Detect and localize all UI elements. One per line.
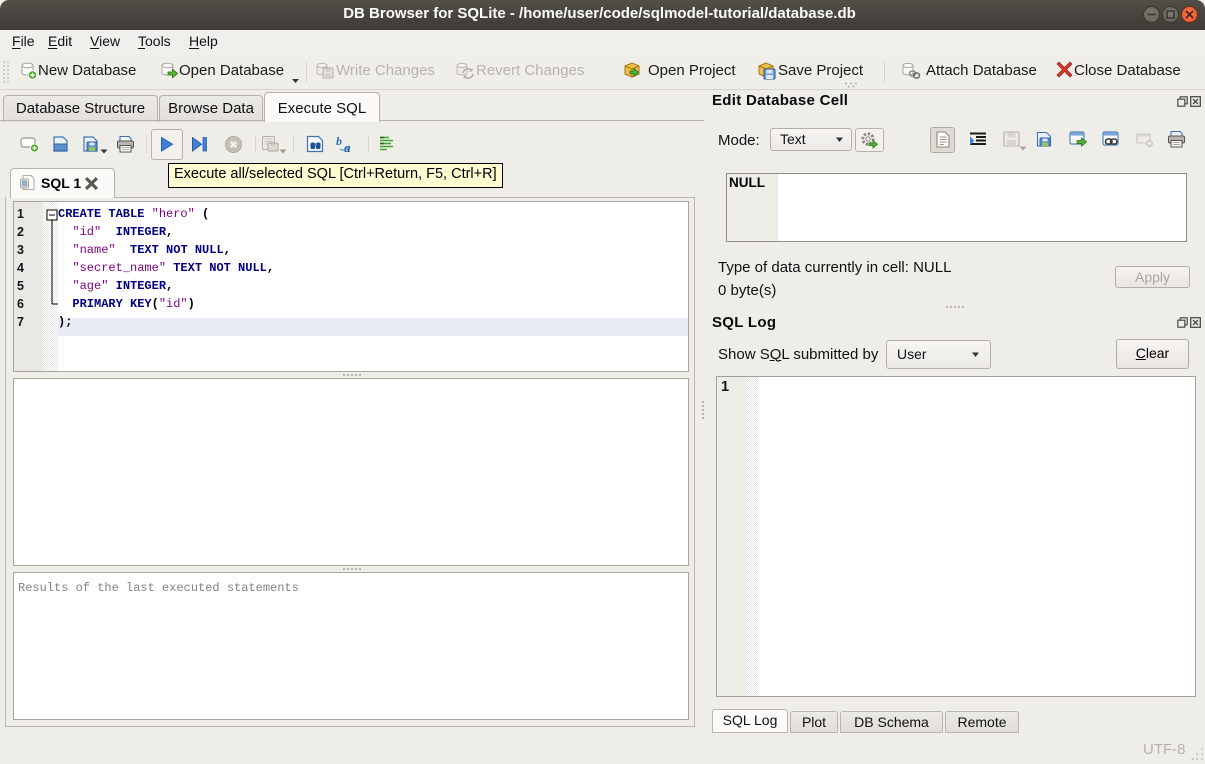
svg-text:b: b [336, 135, 342, 148]
